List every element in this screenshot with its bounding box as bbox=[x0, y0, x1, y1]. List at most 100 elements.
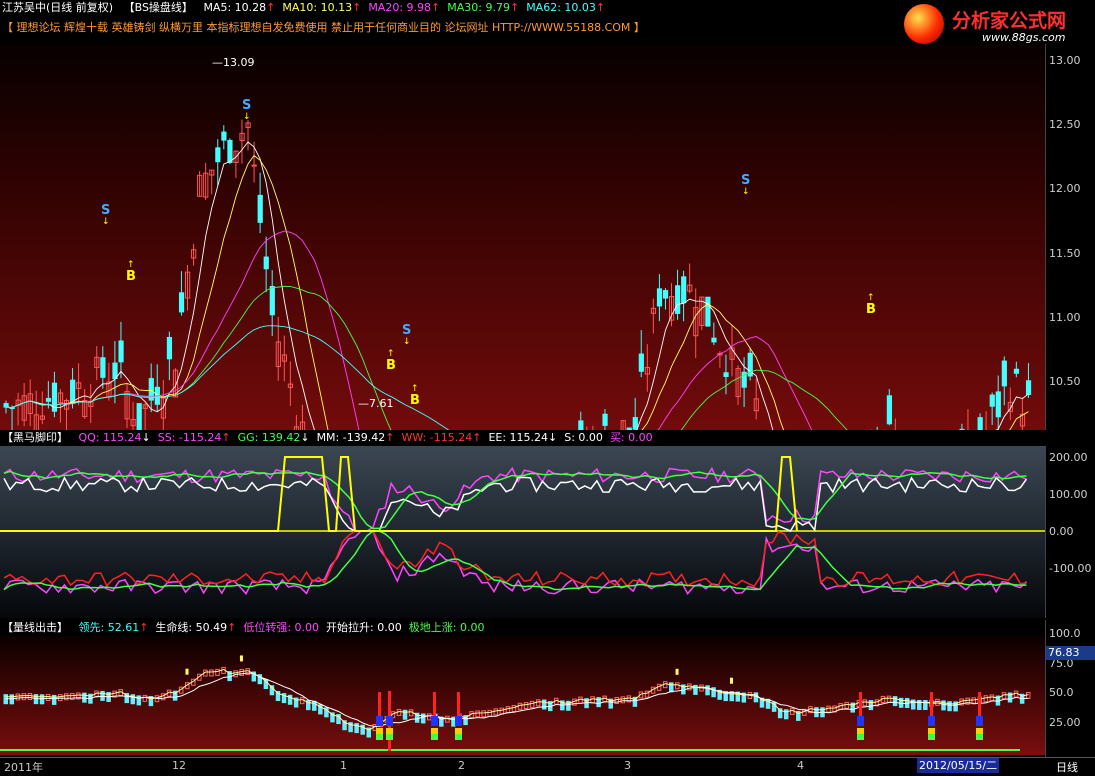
ma-legend-item[interactable]: MA10: 10.13↑ bbox=[282, 1, 361, 14]
price-tick: 10.50 bbox=[1049, 375, 1081, 388]
signal-block bbox=[928, 734, 935, 740]
buy-signal: B bbox=[386, 358, 396, 373]
candle-body bbox=[723, 372, 729, 377]
candle-body bbox=[989, 394, 995, 407]
signal-block bbox=[976, 734, 983, 740]
up-arrow-icon: ↑ bbox=[221, 431, 231, 444]
signal-block bbox=[455, 716, 462, 726]
candle-body bbox=[227, 139, 233, 163]
up-arrow-icon: ↑ bbox=[227, 621, 237, 634]
ma-legend-value: MA10: 10.13 bbox=[282, 1, 353, 14]
candle-body bbox=[3, 403, 9, 408]
candle-body bbox=[675, 285, 681, 314]
heima-legend-value: 买: 0.00 bbox=[609, 431, 653, 444]
sell-arrow-icon: ↓ bbox=[243, 112, 251, 122]
candle-body bbox=[632, 417, 638, 430]
candle-body bbox=[602, 413, 608, 426]
volume-bar bbox=[21, 693, 27, 701]
volume-bar bbox=[923, 700, 928, 711]
ma-legend-value: MA62: 10.03 bbox=[526, 1, 596, 14]
signal-block bbox=[857, 728, 864, 734]
volume-bar bbox=[989, 694, 995, 702]
volume-dot bbox=[675, 668, 679, 675]
signal-block bbox=[376, 716, 383, 726]
volume-legend-value: 生命线: 50.49 bbox=[155, 621, 228, 634]
heima-tick: 100.00 bbox=[1049, 488, 1088, 501]
banner-text: 【 理想论坛 辉煌十载 英雄铸剑 纵横万里 本指标理想自发免费使用 禁止用于任何… bbox=[2, 21, 645, 34]
candle-body bbox=[705, 296, 711, 327]
volume-bar bbox=[529, 700, 535, 708]
time-label: 2 bbox=[458, 759, 465, 772]
sell-arrow-icon: ↓ bbox=[403, 337, 411, 347]
volume-bar bbox=[753, 692, 759, 703]
heima-legend-value: SS: -115.24 bbox=[157, 431, 222, 444]
mm-line bbox=[3, 530, 1027, 591]
sell-arrow-icon: ↓ bbox=[102, 217, 110, 227]
up-arrow-icon: ↑ bbox=[266, 1, 276, 14]
time-label: 2011年 bbox=[4, 761, 43, 774]
time-label: 1 bbox=[340, 759, 347, 772]
heima-legend-item[interactable]: 买: 0.00 bbox=[610, 431, 653, 444]
candle-body bbox=[656, 288, 663, 307]
ma-legend-item[interactable]: MA62: 10.03↑ bbox=[526, 1, 605, 14]
candle-body bbox=[112, 362, 118, 379]
candle-body bbox=[638, 353, 644, 372]
volume-legend-item[interactable]: 领先: 52.61↑ bbox=[79, 621, 149, 634]
panel3-legend: 【量线出击】 领先: 52.61↑ 生命线: 50.49↑ 低位转强: 0.00 开始… bbox=[2, 621, 498, 635]
volume-bar bbox=[892, 696, 898, 707]
up-arrow-icon: ↑ bbox=[509, 1, 520, 14]
heima-legend-item[interactable]: WW: -115.24↑ bbox=[401, 431, 481, 444]
heima-legend-item[interactable]: GG: 139.42↓ bbox=[238, 431, 310, 444]
buy-signal: B bbox=[410, 393, 420, 408]
volume-legend-item[interactable]: 生命线: 50.49↑ bbox=[155, 621, 236, 634]
ma-legend-value: MA30: 9.79 bbox=[447, 1, 510, 14]
heima-legend-item[interactable]: MM: -139.42↑ bbox=[317, 431, 395, 444]
signal-block bbox=[431, 728, 438, 734]
candle-body bbox=[263, 256, 269, 270]
heima-legend-item[interactable]: S: 0.00 bbox=[564, 431, 603, 444]
ma-line bbox=[5, 141, 1029, 430]
heima-legend-item[interactable]: QQ: 115.24↓ bbox=[79, 431, 151, 444]
volume-legend-item[interactable]: 开始拉升: 0.00 bbox=[326, 621, 402, 634]
candlestick-chart[interactable]: —13.09—7.61S↓S↓S↓S↓↑B↑B↑B↑B bbox=[0, 44, 1045, 430]
volume-bar bbox=[826, 705, 831, 713]
volume-tick: 25.00 bbox=[1049, 715, 1081, 729]
ma-legend-item[interactable]: MA20: 9.98↑ bbox=[368, 1, 440, 14]
volume-bar bbox=[233, 670, 238, 678]
up-arrow-icon: ↑ bbox=[472, 431, 482, 444]
volume-bar bbox=[100, 690, 105, 701]
ee-line bbox=[3, 476, 1028, 532]
volume-bar bbox=[487, 709, 492, 717]
heima-legend-value: EE: 115.24 bbox=[488, 431, 549, 444]
ma-legend-item[interactable]: MA5: 10.28↑ bbox=[203, 1, 275, 14]
volume-chart[interactable] bbox=[0, 636, 1045, 755]
volume-legend-item[interactable]: 极地上涨: 0.00 bbox=[409, 621, 485, 634]
high-price-label: —13.09 bbox=[212, 56, 255, 69]
panel3-title[interactable]: 【量线出击】 bbox=[2, 621, 68, 634]
heima-legend-value: S: 0.00 bbox=[564, 431, 603, 444]
period-button[interactable]: 日线 bbox=[1056, 759, 1078, 775]
heima-legend-item[interactable]: SS: -115.24↑ bbox=[158, 431, 231, 444]
ma-legend-item[interactable]: MA30: 9.79↑ bbox=[447, 1, 519, 14]
volume-bar bbox=[541, 699, 547, 710]
signal-block bbox=[376, 728, 383, 734]
volume-tick: 50.0 bbox=[1049, 686, 1074, 699]
heima-legend-item[interactable]: EE: 115.24↓ bbox=[488, 431, 557, 444]
candle-body bbox=[178, 292, 185, 313]
header-row: 江苏吴中(日线 前复权) 【BS操盘线】 MA5: 10.28↑ MA10: 10… bbox=[2, 1, 619, 15]
signal-pulse bbox=[0, 456, 798, 532]
volume-bar bbox=[844, 701, 849, 709]
panel2-title[interactable]: 【黑马脚印】 bbox=[2, 431, 68, 444]
indicator-name[interactable]: 【BS操盘线】 bbox=[124, 1, 193, 14]
signal-block bbox=[976, 716, 983, 726]
candle-body bbox=[711, 337, 717, 343]
buy-signal: B bbox=[126, 269, 136, 284]
candle-body bbox=[1025, 380, 1032, 395]
heima-chart[interactable] bbox=[0, 446, 1045, 618]
stock-title[interactable]: 江苏吴中(日线 前复权) bbox=[2, 1, 113, 14]
volume-legend-item[interactable]: 低位转强: 0.00 bbox=[243, 621, 319, 634]
sell-signal: S bbox=[741, 173, 750, 188]
candle-body bbox=[662, 290, 669, 299]
volume-bar bbox=[675, 682, 680, 690]
time-label: 4 bbox=[797, 759, 804, 772]
